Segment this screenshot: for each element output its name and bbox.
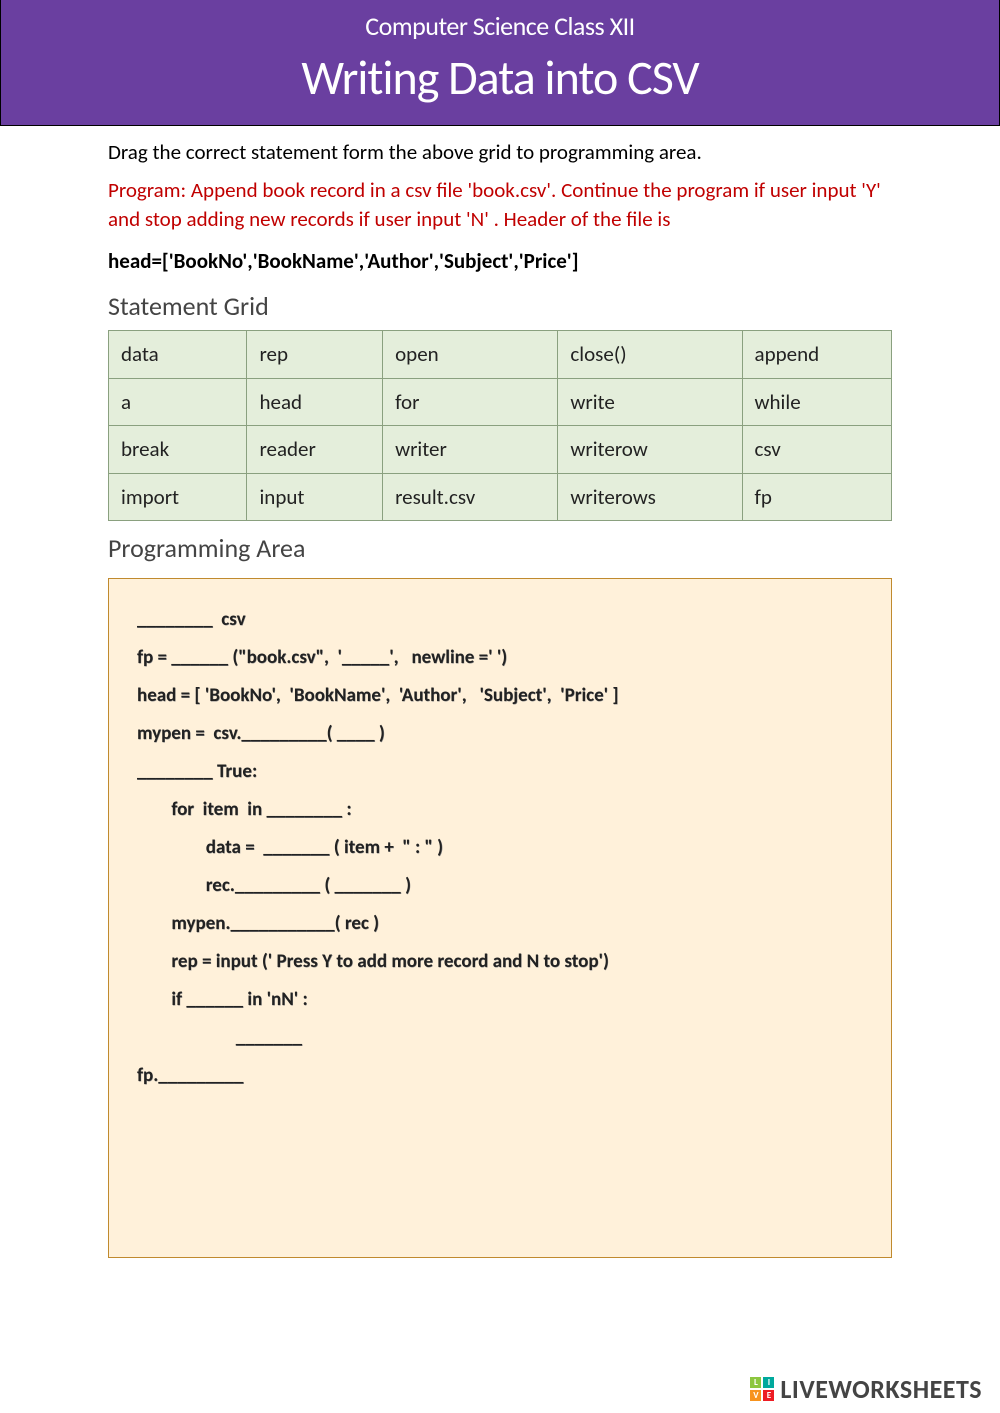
code-line[interactable]: head = [ 'BookNo', 'BookName', 'Author',… bbox=[137, 677, 863, 715]
grid-cell[interactable]: writerows bbox=[558, 473, 742, 520]
grid-cell[interactable]: data bbox=[109, 331, 247, 378]
code-line[interactable]: _______ bbox=[137, 1019, 863, 1057]
grid-cell[interactable]: writerow bbox=[558, 426, 742, 473]
header-code-line: head=['BookNo','BookName','Author','Subj… bbox=[108, 247, 892, 275]
logo-tile: I bbox=[763, 1377, 774, 1388]
code-line[interactable]: fp = ______ ("book.csv", '_____', newlin… bbox=[137, 639, 863, 677]
grid-cell[interactable]: import bbox=[109, 473, 247, 520]
grid-cell[interactable]: for bbox=[383, 378, 558, 425]
code-line[interactable]: mypen = csv._________( ____ ) bbox=[137, 715, 863, 753]
code-line[interactable]: rec._________ ( _______ ) bbox=[137, 867, 863, 905]
grid-cell[interactable]: csv bbox=[742, 426, 891, 473]
logo-tile: E bbox=[763, 1390, 774, 1401]
instruction-text: Drag the correct statement form the abov… bbox=[108, 138, 892, 166]
footer-brand: LIVEWORKSHEETS bbox=[780, 1373, 982, 1405]
table-row: import input result.csv writerows fp bbox=[109, 473, 892, 520]
statement-grid-label: Statement Grid bbox=[108, 289, 892, 324]
code-line[interactable]: if ______ in 'nN' : bbox=[137, 981, 863, 1019]
logo-tile: V bbox=[750, 1390, 761, 1401]
grid-cell[interactable]: writer bbox=[383, 426, 558, 473]
grid-cell[interactable]: reader bbox=[247, 426, 383, 473]
grid-cell[interactable]: write bbox=[558, 378, 742, 425]
grid-cell[interactable]: break bbox=[109, 426, 247, 473]
liveworksheets-logo-icon: L I V E bbox=[750, 1377, 774, 1401]
program-description: Program: Append book record in a csv fil… bbox=[108, 176, 892, 233]
grid-cell[interactable]: fp bbox=[742, 473, 891, 520]
code-line[interactable]: ________ True: bbox=[137, 753, 863, 791]
grid-cell[interactable]: close() bbox=[558, 331, 742, 378]
page-header: Computer Science Class XII Writing Data … bbox=[0, 0, 1000, 126]
statement-grid: data rep open close() append a head for … bbox=[108, 330, 892, 520]
grid-cell[interactable]: a bbox=[109, 378, 247, 425]
code-line[interactable]: data = _______ ( item + " : " ) bbox=[137, 829, 863, 867]
content-area: Drag the correct statement form the abov… bbox=[0, 126, 1000, 1258]
header-subtitle: Computer Science Class XII bbox=[1, 10, 999, 42]
grid-cell[interactable]: head bbox=[247, 378, 383, 425]
grid-cell[interactable]: input bbox=[247, 473, 383, 520]
grid-cell[interactable]: append bbox=[742, 331, 891, 378]
grid-cell[interactable]: open bbox=[383, 331, 558, 378]
code-line[interactable]: rep = input (' Press Y to add more recor… bbox=[137, 943, 863, 981]
table-row: a head for write while bbox=[109, 378, 892, 425]
header-title: Writing Data into CSV bbox=[1, 48, 999, 107]
table-row: data rep open close() append bbox=[109, 331, 892, 378]
code-line[interactable]: fp._________ bbox=[137, 1057, 863, 1095]
code-line[interactable]: for item in ________ : bbox=[137, 791, 863, 829]
programming-area-label: Programming Area bbox=[108, 531, 892, 566]
table-row: break reader writer writerow csv bbox=[109, 426, 892, 473]
code-line[interactable]: ________ csv bbox=[137, 601, 863, 639]
footer: L I V E LIVEWORKSHEETS bbox=[750, 1373, 982, 1405]
grid-cell[interactable]: result.csv bbox=[383, 473, 558, 520]
grid-cell[interactable]: while bbox=[742, 378, 891, 425]
logo-tile: L bbox=[750, 1377, 761, 1388]
grid-cell[interactable]: rep bbox=[247, 331, 383, 378]
code-line[interactable]: mypen.___________( rec ) bbox=[137, 905, 863, 943]
programming-area[interactable]: ________ csv fp = ______ ("book.csv", '_… bbox=[108, 578, 892, 1258]
